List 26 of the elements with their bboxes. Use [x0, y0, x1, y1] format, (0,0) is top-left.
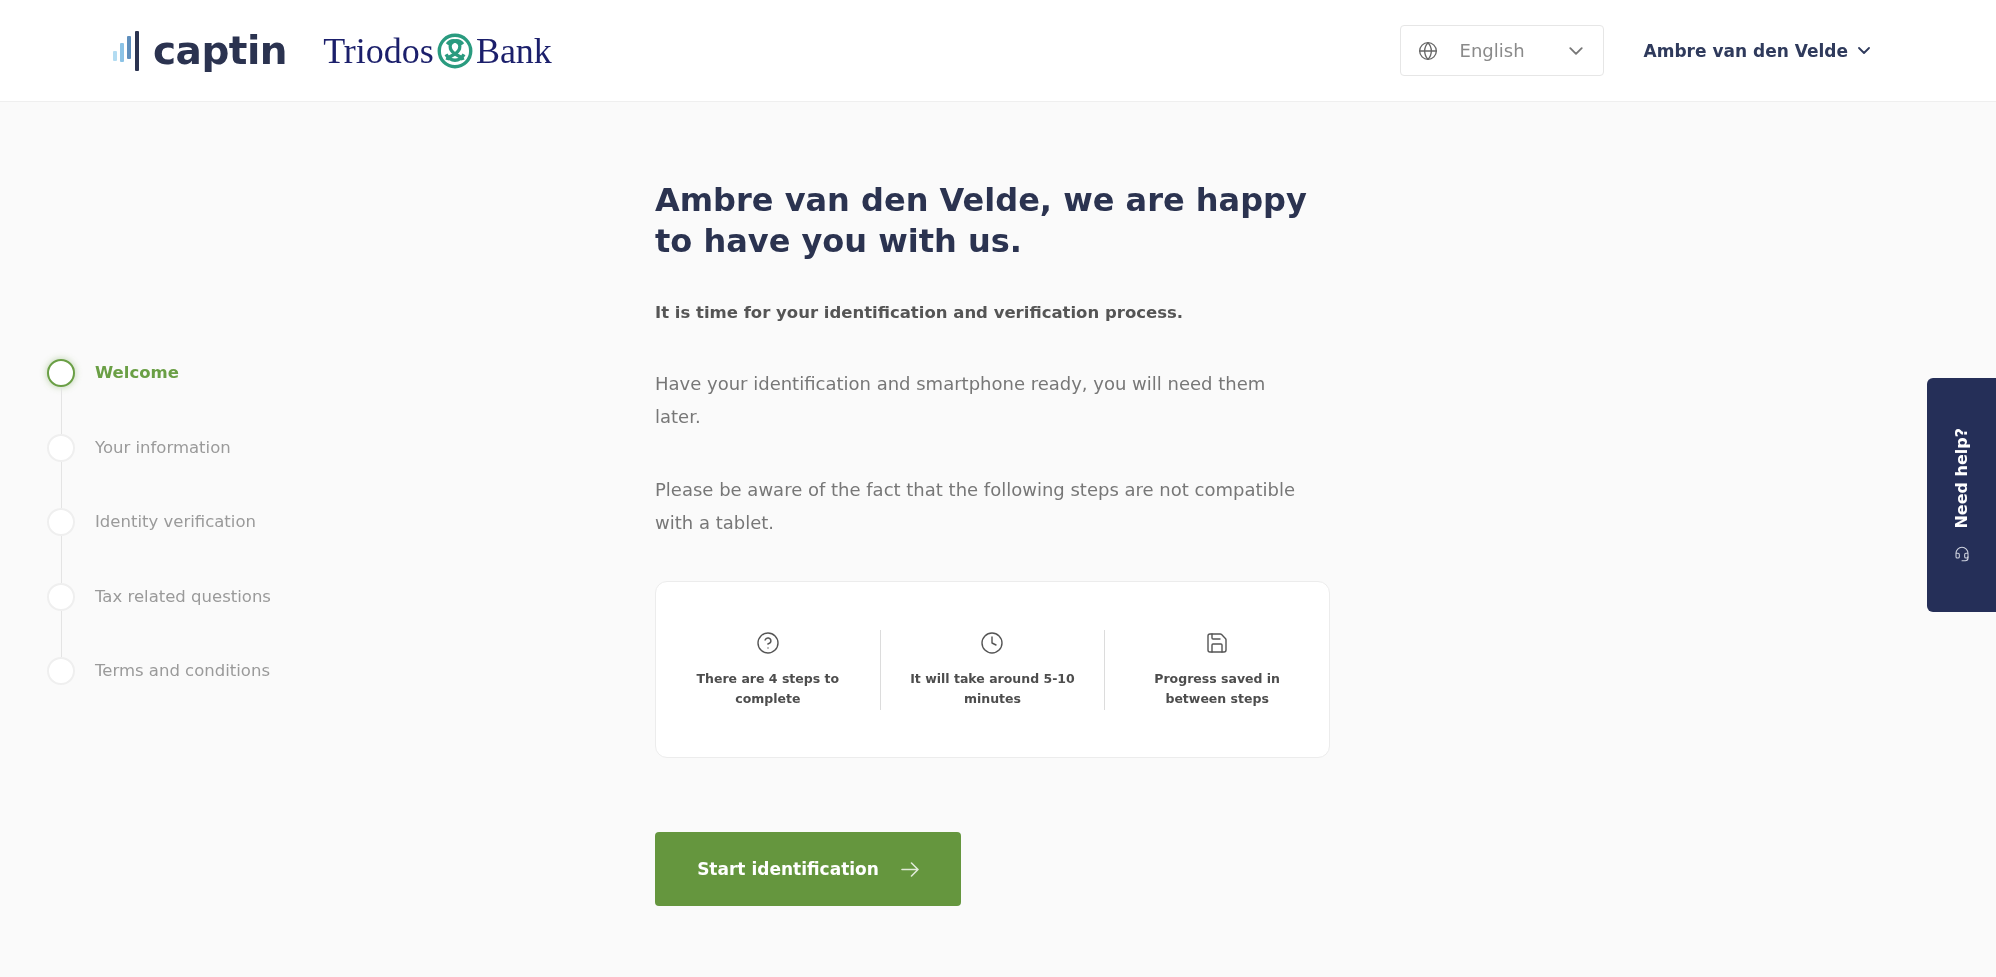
step-label: Terms and conditions: [95, 660, 270, 682]
user-menu-button[interactable]: Ambre van den Velde: [1643, 40, 1870, 61]
step-label: Identity verification: [95, 511, 256, 533]
clock-icon: [980, 630, 1005, 655]
brand-wordmark: captin: [153, 28, 288, 73]
question-icon: [755, 630, 780, 655]
lead-text: It is time for your identification and verification process.: [655, 302, 1184, 324]
knot-logo-icon: [436, 32, 473, 69]
globe-icon: [1417, 40, 1438, 61]
step-label: Tax related questions: [95, 585, 271, 608]
fact-text: It will take around 5-10 minutes: [909, 669, 1076, 708]
chevron-down-icon: [1858, 47, 1870, 54]
body-paragraph: Have your identification and smartphone ready, you will need them later.: [655, 372, 1267, 429]
need-help-tab[interactable]: Need help?: [1927, 378, 1996, 612]
step-label: Welcome: [95, 362, 179, 384]
start-identification-button[interactable]: Start identification: [655, 832, 961, 906]
welcome-heading: Ambre van den Velde, we are happy to have you with us.: [655, 180, 1308, 262]
chevron-down-icon: [1568, 46, 1583, 55]
partner-wordmark: Triodos: [323, 30, 434, 71]
fact-text: Progress saved in between steps: [1153, 669, 1281, 708]
body-paragraph: Please be aware of the fact that the following steps are not compatible with a tablet.: [655, 478, 1297, 535]
arrow-right-icon: [900, 861, 919, 877]
fact-text: There are 4 steps to complete: [695, 669, 841, 708]
step-label: Your information: [95, 436, 231, 459]
headset-icon: [1953, 546, 1970, 563]
partner-wordmark: Bank: [475, 30, 552, 71]
